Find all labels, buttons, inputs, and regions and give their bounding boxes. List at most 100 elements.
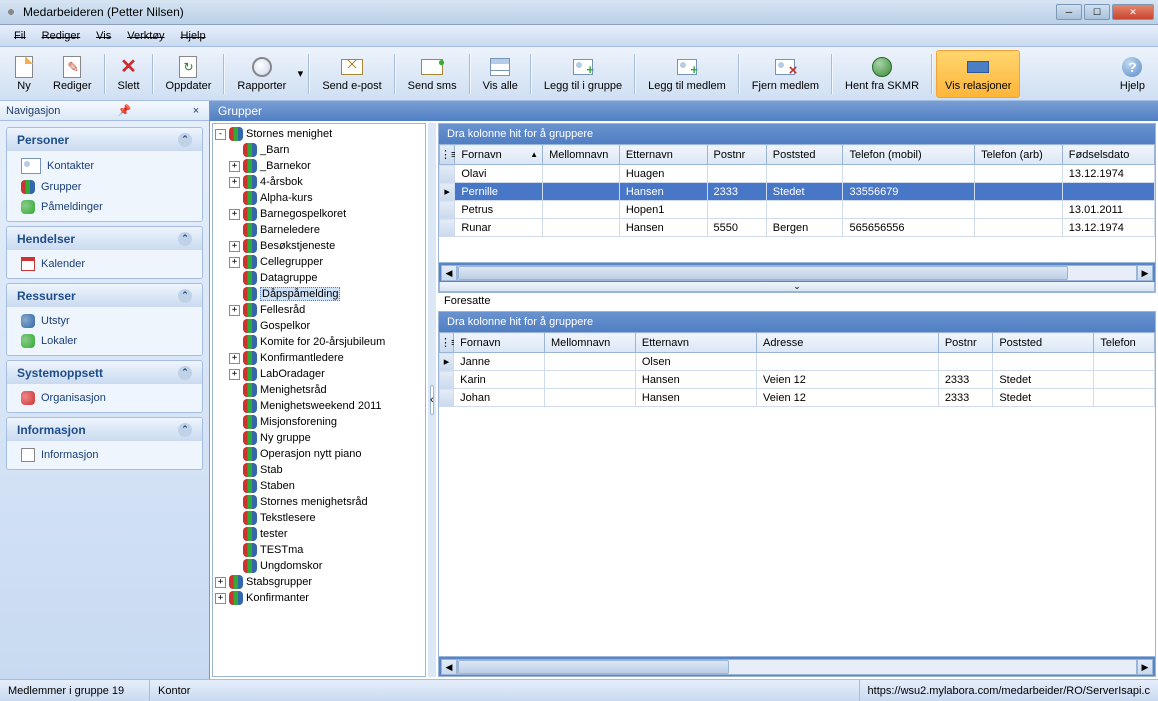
- edit-button[interactable]: Rediger: [44, 50, 101, 98]
- column-header[interactable]: Poststed: [766, 145, 843, 165]
- row-selector[interactable]: [440, 389, 454, 407]
- row-selector[interactable]: [440, 165, 455, 183]
- reports-dropdown[interactable]: ▾: [295, 50, 305, 98]
- tree-expander[interactable]: +: [229, 353, 240, 364]
- menu-view[interactable]: Vis: [88, 28, 119, 44]
- tree-node[interactable]: TESTma: [215, 542, 423, 558]
- nav-group-header-system[interactable]: Systemoppsett⌃: [7, 361, 202, 384]
- tree-node[interactable]: Komite for 20-årsjubileum: [215, 334, 423, 350]
- nav-link-calendar[interactable]: Kalender: [7, 254, 202, 274]
- column-header[interactable]: Fødselsdato: [1062, 145, 1154, 165]
- column-header[interactable]: Telefon (arb): [975, 145, 1063, 165]
- menu-edit[interactable]: Rediger: [34, 28, 89, 44]
- showall-button[interactable]: Vis alle: [474, 50, 527, 98]
- tree-node[interactable]: tester: [215, 526, 423, 542]
- row-selector[interactable]: ▸: [440, 183, 455, 201]
- tree-node[interactable]: Dåpspåmelding: [215, 286, 423, 302]
- tree-expander[interactable]: +: [215, 593, 226, 604]
- scroll-left-icon[interactable]: ◀: [441, 659, 457, 675]
- tree-expander[interactable]: +: [229, 209, 240, 220]
- row-selector[interactable]: [440, 219, 455, 237]
- column-header[interactable]: Fornavn: [454, 333, 545, 353]
- splitter[interactable]: [428, 123, 436, 677]
- tree-node[interactable]: Stornes menighetsråd: [215, 494, 423, 510]
- sendmail-button[interactable]: Send e-post: [313, 50, 390, 98]
- column-header[interactable]: Postnr: [938, 333, 993, 353]
- tree-node[interactable]: +Konfirmanter: [215, 590, 423, 606]
- tree-node[interactable]: -Stornes menighet: [215, 126, 423, 142]
- menu-help[interactable]: Hjelp: [173, 28, 214, 44]
- row-selector[interactable]: [440, 201, 455, 219]
- tree-expander[interactable]: +: [229, 241, 240, 252]
- tree-node[interactable]: +Barnegospelkoret: [215, 206, 423, 222]
- tree-node[interactable]: Misjonsforening: [215, 414, 423, 430]
- help-button[interactable]: ?Hjelp: [1111, 50, 1154, 98]
- tree-node[interactable]: +Besøkstjeneste: [215, 238, 423, 254]
- tree-node[interactable]: Ungdomskor: [215, 558, 423, 574]
- addmember-button[interactable]: Legg til medlem: [639, 50, 735, 98]
- table-row[interactable]: RunarHansen5550Bergen56565655613.12.1974: [440, 219, 1155, 237]
- table-row[interactable]: JohanHansenVeien 122333Stedet: [440, 389, 1155, 407]
- nav-group-header-resources[interactable]: Ressurser⌃: [7, 284, 202, 307]
- nav-close-icon[interactable]: ×: [189, 104, 203, 118]
- sendsms-button[interactable]: Send sms: [399, 50, 466, 98]
- menu-file[interactable]: Fil: [6, 28, 34, 44]
- column-header[interactable]: Postnr: [707, 145, 766, 165]
- column-header[interactable]: Poststed: [993, 333, 1094, 353]
- tree-expander[interactable]: -: [215, 129, 226, 140]
- tree-expander[interactable]: +: [229, 177, 240, 188]
- nav-link-groups[interactable]: Grupper: [7, 177, 202, 197]
- nav-group-header-info[interactable]: Informasjon⌃: [7, 418, 202, 441]
- scroll-left-icon[interactable]: ◀: [441, 265, 457, 281]
- removemember-button[interactable]: Fjern medlem: [743, 50, 828, 98]
- grid-hscroll[interactable]: ◀ ▶: [439, 656, 1155, 676]
- tree-node[interactable]: Stab: [215, 462, 423, 478]
- nav-link-equipment[interactable]: Utstyr: [7, 311, 202, 331]
- column-header[interactable]: Adresse: [757, 333, 939, 353]
- nav-link-registrations[interactable]: Påmeldinger: [7, 197, 202, 217]
- tree-node[interactable]: Operasjon nytt piano: [215, 446, 423, 462]
- minimize-button[interactable]: ─: [1056, 4, 1082, 20]
- tree-expander[interactable]: +: [229, 369, 240, 380]
- reports-button[interactable]: Rapporter: [228, 50, 295, 98]
- grid-hscroll[interactable]: ◀ ▶: [439, 262, 1155, 282]
- nav-link-contacts[interactable]: Kontakter: [7, 155, 202, 177]
- nav-group-header-events[interactable]: Hendelser⌃: [7, 227, 202, 250]
- group-tree[interactable]: -Stornes menighet_Barn+_Barnekor+4-årsbo…: [212, 123, 426, 677]
- tree-node[interactable]: +Konfirmantledere: [215, 350, 423, 366]
- close-button[interactable]: ✕: [1112, 4, 1154, 20]
- addgroup-button[interactable]: Legg til i gruppe: [535, 50, 631, 98]
- tree-node[interactable]: Alpha-kurs: [215, 190, 423, 206]
- pin-icon[interactable]: 📌: [118, 104, 132, 118]
- tree-node[interactable]: Tekstlesere: [215, 510, 423, 526]
- tree-node[interactable]: Ny gruppe: [215, 430, 423, 446]
- tree-node[interactable]: +4-årsbok: [215, 174, 423, 190]
- tree-node[interactable]: Barneledere: [215, 222, 423, 238]
- tree-node[interactable]: +Fellesråd: [215, 302, 423, 318]
- column-header[interactable]: Fornavn▲: [455, 145, 543, 165]
- grid-groupbar[interactable]: Dra kolonne hit for å gruppere: [439, 124, 1155, 144]
- tree-expander[interactable]: +: [229, 305, 240, 316]
- maximize-button[interactable]: ☐: [1084, 4, 1110, 20]
- tree-node[interactable]: +LabOradager: [215, 366, 423, 382]
- menu-tools[interactable]: Verktøy: [119, 28, 172, 44]
- table-row[interactable]: ▸JanneOlsen: [440, 353, 1155, 371]
- table-row[interactable]: OlaviHuagen13.12.1974: [440, 165, 1155, 183]
- tree-node[interactable]: Datagruppe: [215, 270, 423, 286]
- tree-node[interactable]: +_Barnekor: [215, 158, 423, 174]
- nav-group-header-persons[interactable]: Personer⌃: [7, 128, 202, 151]
- grid-groupbar[interactable]: Dra kolonne hit for å gruppere: [439, 312, 1155, 332]
- scroll-right-icon[interactable]: ▶: [1137, 659, 1153, 675]
- tree-node[interactable]: Staben: [215, 478, 423, 494]
- tree-node[interactable]: Gospelkor: [215, 318, 423, 334]
- update-button[interactable]: Oppdater: [157, 50, 221, 98]
- table-row[interactable]: PetrusHopen113.01.2011: [440, 201, 1155, 219]
- row-selector[interactable]: [440, 371, 454, 389]
- grid-collapse[interactable]: ⌄: [439, 282, 1155, 292]
- column-header[interactable]: Telefon (mobil): [843, 145, 975, 165]
- skmr-button[interactable]: Hent fra SKMR: [836, 50, 928, 98]
- column-header[interactable]: Etternavn: [619, 145, 707, 165]
- tree-node[interactable]: +Cellegrupper: [215, 254, 423, 270]
- new-button[interactable]: Ny: [4, 50, 44, 98]
- relations-button[interactable]: Vis relasjoner: [936, 50, 1020, 98]
